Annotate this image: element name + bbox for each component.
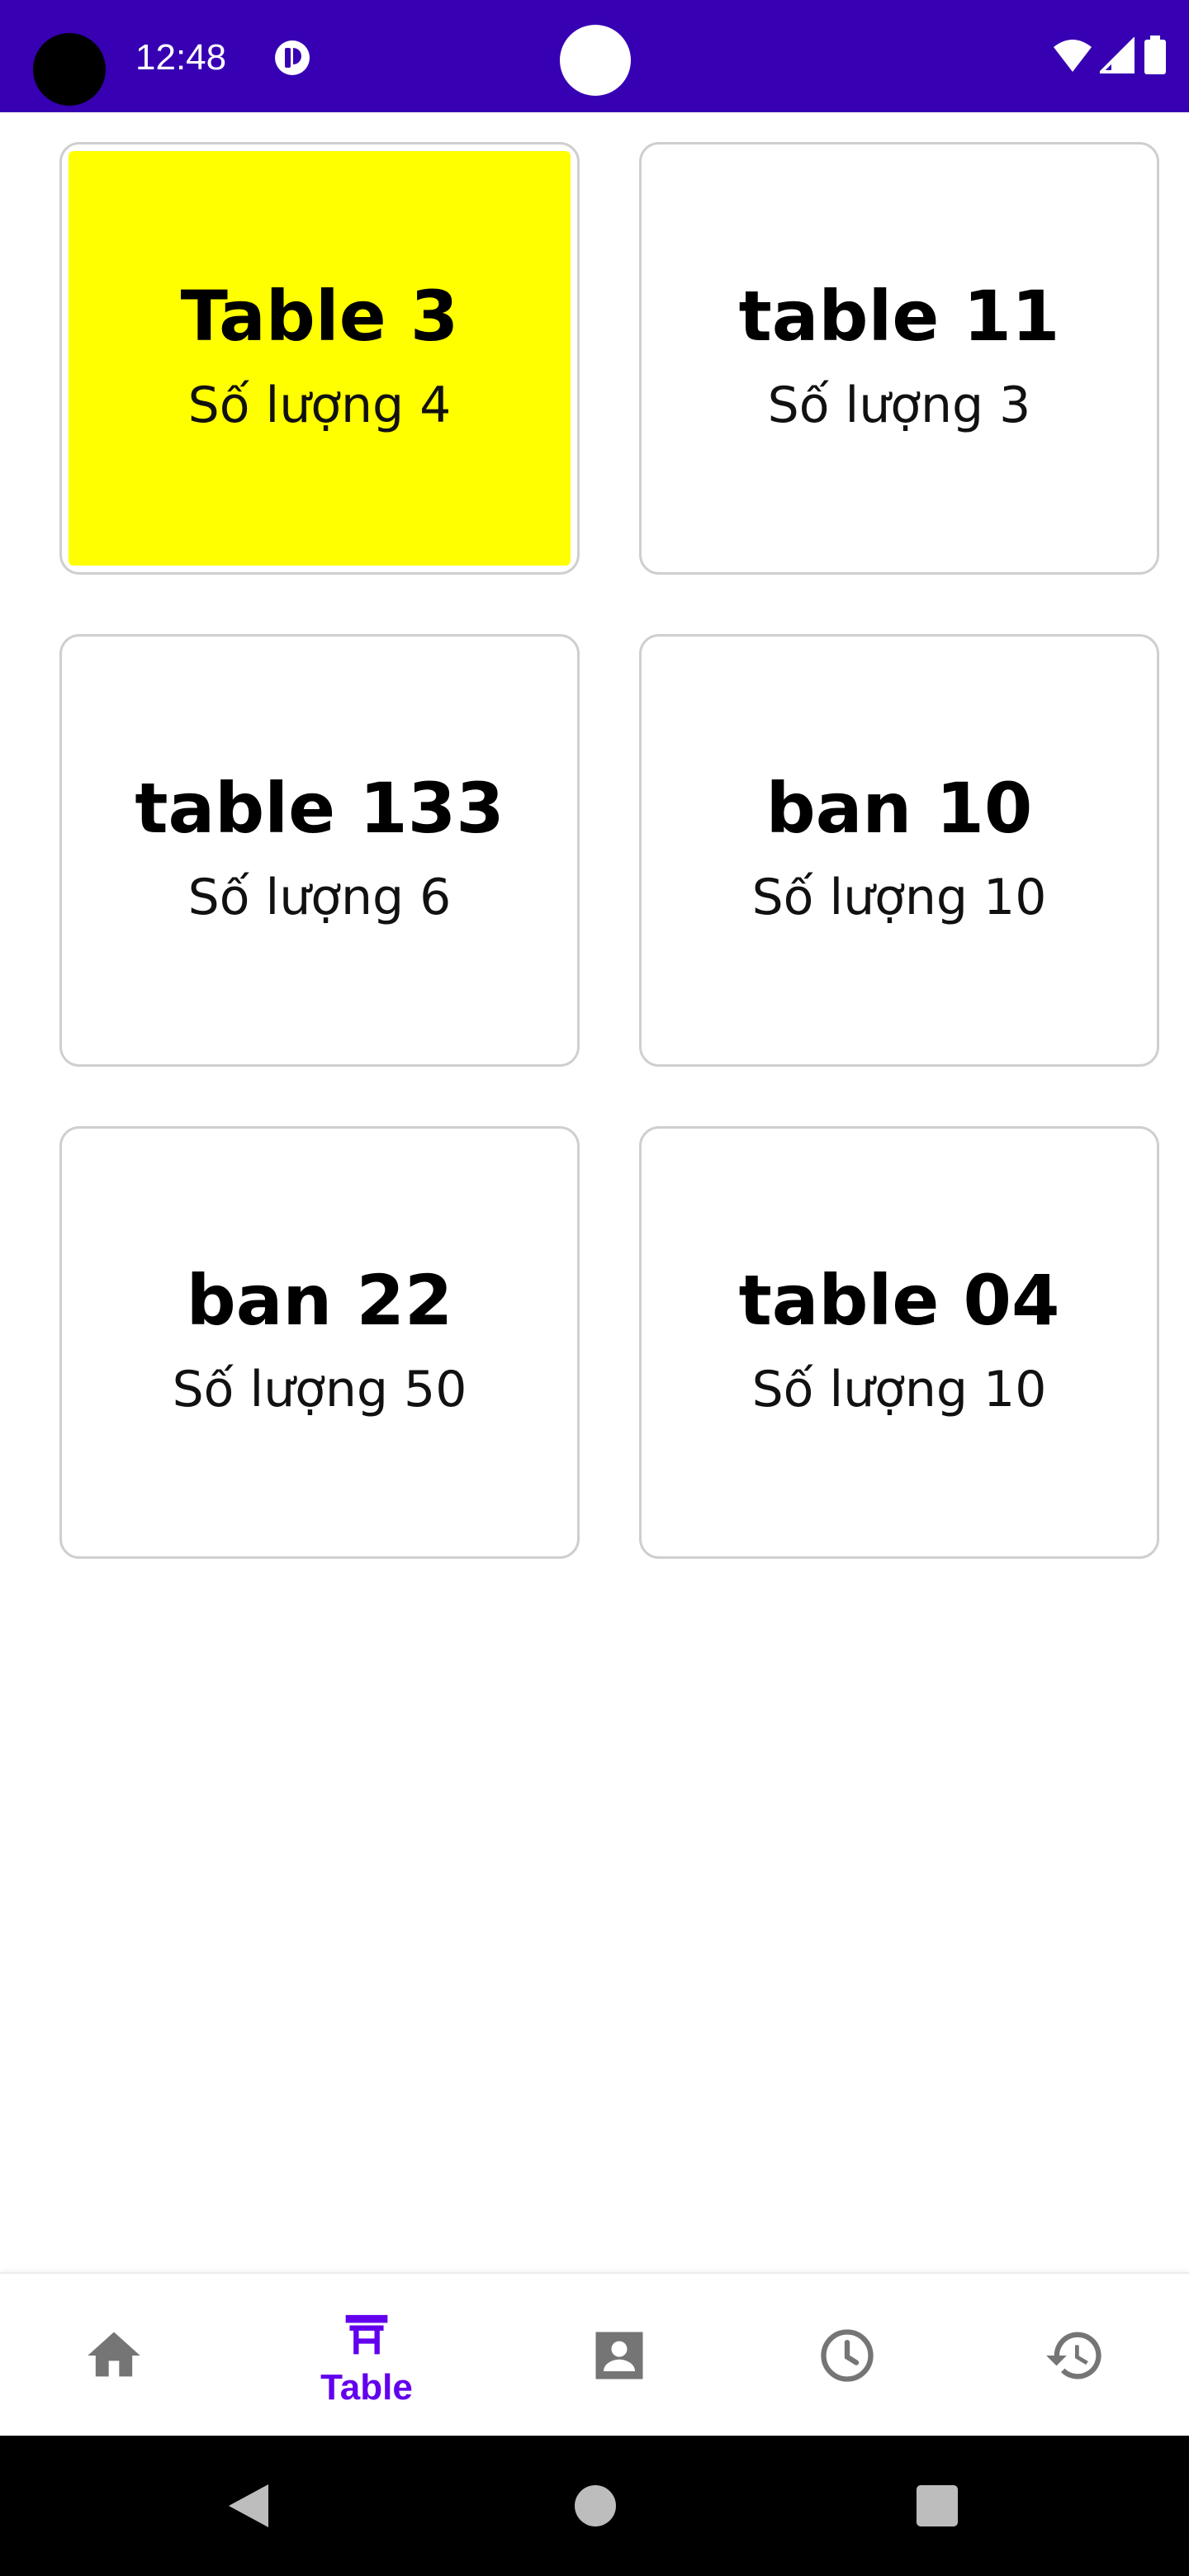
nav-item-clock[interactable] [733, 2274, 961, 2437]
back-icon [229, 2484, 268, 2527]
nav-item-table[interactable]: Table [253, 2274, 481, 2437]
table-quantity: Số lượng 10 [751, 1361, 1047, 1418]
nav-item-history[interactable] [961, 2274, 1189, 2437]
system-home-button[interactable] [558, 2469, 632, 2543]
contact-card-icon [595, 2332, 643, 2379]
system-navigation-bar [0, 2436, 1189, 2576]
table-name: table 04 [738, 1260, 1060, 1341]
table-card[interactable]: Table 3 Số lượng 4 [59, 142, 580, 575]
table-card[interactable]: ban 22 Số lượng 50 [59, 1126, 580, 1559]
table-quantity: Số lượng 6 [187, 869, 452, 926]
table-grid: Table 3 Số lượng 4 table 11 Số lượng 3 t… [59, 142, 1159, 1559]
battery-icon [1144, 36, 1166, 74]
table-name: table 11 [738, 276, 1060, 357]
nav-label-table: Table [320, 2367, 413, 2408]
recents-icon [917, 2485, 958, 2526]
camera-cutout [33, 33, 106, 106]
home-circle-icon [575, 2485, 616, 2526]
status-time: 12:48 [135, 37, 227, 78]
table-quantity: Số lượng 50 [172, 1361, 467, 1418]
cellular-signal-icon [1100, 37, 1135, 73]
table-name: ban 10 [765, 768, 1033, 849]
table-card[interactable]: table 133 Số lượng 6 [59, 634, 580, 1067]
table-name: Table 3 [180, 276, 459, 357]
nav-item-home[interactable] [0, 2274, 228, 2437]
system-back-button[interactable] [211, 2469, 286, 2543]
status-bar: 12:48 [0, 0, 1189, 112]
clock-icon [821, 2329, 874, 2382]
table-card[interactable]: ban 10 Số lượng 10 [639, 634, 1159, 1067]
table-name: ban 22 [186, 1260, 453, 1341]
app-notification-icon [275, 40, 310, 75]
wifi-icon [1054, 40, 1092, 72]
table-card[interactable]: table 04 Số lượng 10 [639, 1126, 1159, 1559]
nav-item-contacts[interactable] [505, 2274, 733, 2437]
table-card[interactable]: table 11 Số lượng 3 [639, 142, 1159, 575]
table-name: table 133 [135, 768, 504, 849]
home-icon [88, 2332, 140, 2377]
table-icon [345, 2314, 388, 2355]
bottom-navigation: Table [0, 2272, 1189, 2437]
status-center-indicator [560, 25, 631, 96]
history-icon [1046, 2332, 1101, 2379]
status-icons [1052, 35, 1168, 76]
table-quantity: Số lượng 4 [187, 376, 452, 434]
system-recents-button[interactable] [900, 2469, 974, 2543]
table-quantity: Số lượng 10 [751, 869, 1047, 926]
table-quantity: Số lượng 3 [767, 376, 1031, 434]
